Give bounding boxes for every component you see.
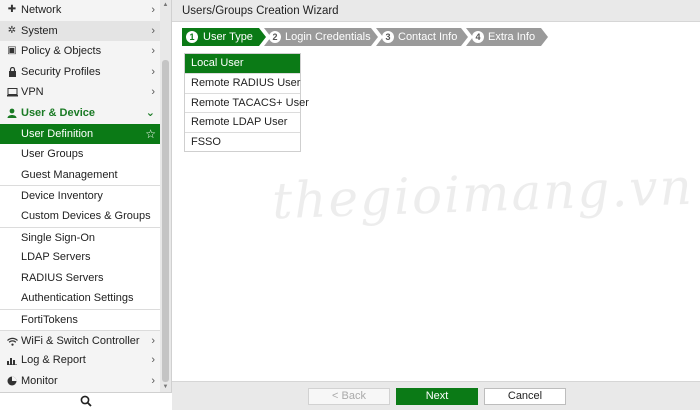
sidebar-item-label: Guest Management	[21, 168, 118, 181]
sidebar-item-label: Monitor	[21, 374, 58, 387]
sidebar-item-label: User & Device	[21, 106, 95, 119]
gear-icon: ✲	[7, 24, 17, 36]
back-button[interactable]: < Back	[308, 388, 390, 405]
network-icon: ✚	[7, 4, 17, 15]
chevron-right-icon: ›	[151, 45, 155, 58]
sidebar-item-label: User Definition	[21, 127, 94, 140]
sidebar-search[interactable]	[0, 392, 172, 410]
user-type-option[interactable]: FSSO	[185, 131, 300, 151]
sidebar-item-network[interactable]: ✚ Network ›	[0, 0, 160, 21]
star-icon[interactable]: ☆	[145, 124, 156, 145]
user-type-option[interactable]: Remote RADIUS User	[185, 73, 300, 92]
chevron-right-icon: ›	[151, 334, 155, 347]
wizard-step-user-type[interactable]: 1 User Type	[182, 28, 266, 46]
wizard-footer: < Back Next Cancel	[172, 381, 700, 410]
wizard-step-contact-info[interactable]: 3 Contact Info	[376, 28, 468, 46]
wizard-step-extra-info[interactable]: 4 Extra Info	[466, 28, 548, 46]
sidebar-item-label: System	[21, 24, 58, 37]
user-type-list: Local User Remote RADIUS User Remote TAC…	[184, 53, 309, 152]
sidebar-item-system[interactable]: ✲ System ›	[0, 20, 160, 42]
chevron-right-icon: ›	[151, 354, 155, 367]
sidebar-item-log-report[interactable]: Log & Report ›	[0, 350, 160, 371]
sidebar-subitem-device-inventory[interactable]: Device Inventory	[0, 185, 160, 206]
sidebar-item-vpn[interactable]: VPN ›	[0, 82, 160, 103]
sidebar-subitem-ldap-servers[interactable]: LDAP Servers	[0, 247, 160, 268]
sidebar-item-label: Log & Report	[21, 354, 86, 367]
step-number: 2	[269, 31, 281, 43]
step-number: 3	[382, 31, 394, 43]
wizard-step-login-credentials[interactable]: 2 Login Credentials	[264, 28, 378, 46]
step-label: User Type	[203, 31, 253, 43]
sidebar-item-user-device[interactable]: User & Device ⌄	[0, 102, 160, 124]
sidebar-subitem-authentication-settings[interactable]: Authentication Settings	[0, 288, 160, 309]
user-type-option[interactable]: Local User	[185, 54, 300, 74]
sidebar-item-label: User Groups	[21, 148, 84, 161]
scroll-up-icon[interactable]: ▲	[160, 0, 171, 10]
sidebar-item-wifi-switch-controller[interactable]: WiFi & Switch Controller ›	[0, 329, 160, 351]
sidebar-item-label: Device Inventory	[21, 190, 103, 203]
chevron-down-icon: ⌄	[145, 106, 155, 119]
scroll-down-icon[interactable]: ▼	[160, 382, 171, 392]
chevron-right-icon: ›	[151, 374, 155, 387]
chevron-right-icon: ›	[151, 4, 155, 16]
sidebar-item-label: WiFi & Switch Controller	[21, 334, 140, 347]
main-panel: Users/Groups Creation Wizard 1 User Type…	[172, 0, 700, 410]
step-label: Contact Info	[398, 31, 458, 43]
sidebar-item-label: FortiTokens	[21, 313, 78, 326]
chevron-right-icon: ›	[151, 65, 155, 78]
sidebar-item-label: Policy & Objects	[21, 45, 102, 58]
nav-menu: ✚ Network › ✲ System › ▣ Policy & Object…	[0, 0, 160, 392]
sidebar-item-policy-objects[interactable]: ▣ Policy & Objects ›	[0, 41, 160, 62]
user-type-option[interactable]: Remote LDAP User	[185, 112, 300, 131]
sidebar-item-monitor[interactable]: Monitor ›	[0, 370, 160, 392]
scrollbar-thumb[interactable]	[162, 60, 169, 382]
sidebar-item-security-profiles[interactable]: Security Profiles ›	[0, 61, 160, 83]
sidebar-item-label: Authentication Settings	[21, 292, 134, 305]
sidebar-item-label: VPN	[21, 86, 44, 99]
sidebar-subitem-radius-servers[interactable]: RADIUS Servers	[0, 267, 160, 289]
sidebar-subitem-custom-devices-groups[interactable]: Custom Devices & Groups	[0, 205, 160, 227]
sidebar-item-label: Network	[21, 4, 62, 16]
pie-icon	[6, 371, 18, 392]
step-label: Login Credentials	[285, 31, 371, 43]
sidebar-subitem-user-groups[interactable]: User Groups	[0, 144, 160, 165]
sidebar-subitem-single-sign-on[interactable]: Single Sign-On	[0, 226, 160, 248]
step-number: 1	[186, 31, 198, 43]
policy-icon: ▣	[7, 45, 17, 57]
chevron-right-icon: ›	[151, 24, 155, 37]
page-title: Users/Groups Creation Wizard	[172, 0, 700, 22]
sidebar-item-label: Single Sign-On	[21, 231, 95, 244]
cancel-button[interactable]: Cancel	[484, 388, 566, 405]
sidebar-subitem-user-definition[interactable]: User Definition ☆	[0, 123, 160, 145]
sidebar-item-label: Custom Devices & Groups	[21, 209, 151, 222]
chevron-right-icon: ›	[151, 86, 155, 99]
search-icon[interactable]	[80, 395, 92, 407]
sidebar-item-label: Security Profiles	[21, 65, 101, 78]
user-type-option[interactable]: Remote TACACS+ User	[185, 92, 309, 112]
step-number: 4	[472, 31, 484, 43]
sidebar-item-label: LDAP Servers	[21, 251, 91, 264]
next-button[interactable]: Next	[396, 388, 478, 405]
sidebar-item-label: RADIUS Servers	[21, 271, 104, 284]
sidebar-subitem-guest-management[interactable]: Guest Management	[0, 164, 160, 186]
step-label: Extra Info	[488, 31, 536, 43]
watermark: thegioimang.vn	[271, 157, 695, 231]
sidebar: ✚ Network › ✲ System › ▣ Policy & Object…	[0, 0, 172, 410]
sidebar-scrollbar[interactable]: ▲ ▼	[160, 0, 171, 392]
sidebar-subitem-fortitokens[interactable]: FortiTokens	[0, 308, 160, 330]
